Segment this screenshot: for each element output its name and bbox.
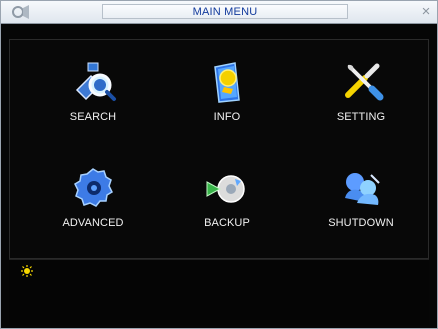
shutdown-button[interactable]: SHUTDOWN: [306, 164, 416, 244]
camera-icon: [12, 5, 29, 19]
close-icon[interactable]: ×: [417, 3, 435, 21]
main-menu-window: MAIN MENU × SEARCH INFO SETTING ADVANCED…: [0, 0, 438, 329]
sun-icon: [21, 265, 33, 277]
info-label: INFO: [213, 111, 241, 123]
hint-bar: [9, 259, 429, 285]
advanced-button[interactable]: ADVANCED: [38, 164, 148, 244]
setting-icon: [345, 63, 384, 101]
backup-button[interactable]: BACKUP: [172, 164, 282, 244]
shutdown-label: SHUTDOWN: [328, 217, 394, 229]
search-label: SEARCH: [69, 111, 117, 123]
window-title: MAIN MENU: [192, 6, 258, 18]
backup-icon: [206, 175, 245, 203]
shutdown-icon: [345, 173, 380, 205]
info-button[interactable]: INFO: [172, 58, 282, 138]
title-panel: MAIN MENU: [102, 4, 348, 19]
setting-label: SETTING: [336, 111, 386, 123]
advanced-icon: [74, 168, 113, 207]
setting-button[interactable]: SETTING: [306, 58, 416, 138]
advanced-label: ADVANCED: [62, 217, 124, 229]
bottom-area: [9, 284, 429, 325]
menu-grid: SEARCH INFO SETTING ADVANCED BACKUP SHUT…: [9, 39, 429, 259]
search-button[interactable]: SEARCH: [38, 58, 148, 138]
info-icon: [214, 62, 240, 103]
backup-label: BACKUP: [204, 217, 250, 229]
title-bar: MAIN MENU ×: [1, 1, 437, 24]
search-icon: [75, 62, 116, 101]
